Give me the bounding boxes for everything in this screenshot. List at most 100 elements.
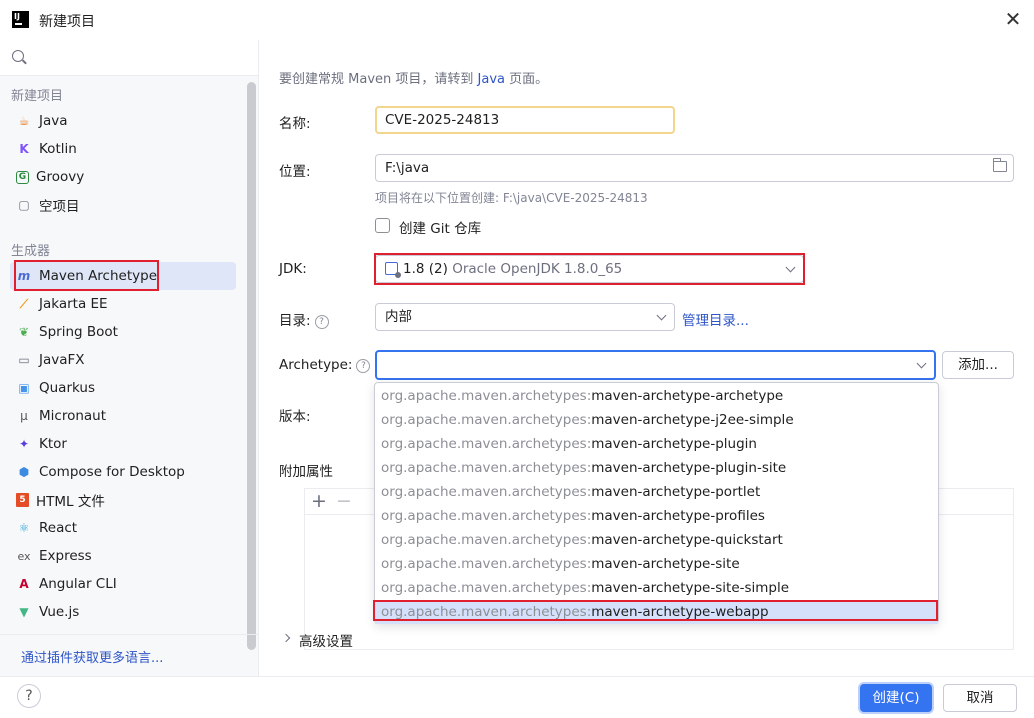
cancel-button[interactable]: 取消 [943, 684, 1017, 712]
sidebar-item-spring-boot[interactable]: ❦ Spring Boot [10, 318, 236, 346]
sidebar-item-label: Express [39, 548, 92, 564]
close-icon[interactable]: ✕ [1002, 8, 1024, 30]
jdk-folder-icon [385, 262, 401, 278]
sidebar-item-compose-desktop[interactable]: ⬢ Compose for Desktop [10, 458, 236, 486]
option-group: org.apache.maven.archetypes: [381, 460, 592, 476]
groovy-icon: G [16, 170, 29, 184]
sidebar-item-label: Jakarta EE [39, 296, 108, 312]
compose-icon: ⬢ [18, 465, 30, 479]
sidebar-item-label: Angular CLI [39, 576, 117, 592]
hint-prefix: 要创建常规 Maven 项目，请转到 [279, 72, 474, 87]
chevron-down-icon [916, 358, 927, 369]
list-item[interactable]: org.apache.maven.archetypes:maven-archet… [375, 552, 938, 576]
sidebar: 新建项目 ☕ Java K Kotlin G Groovy ▢ 空项目 生成器 … [0, 40, 259, 676]
option-artifact: maven-archetype-plugin-site [591, 460, 787, 476]
section-generators: 生成器 [11, 244, 51, 259]
catalog-label-text: 目录: [279, 313, 311, 329]
remove-property-icon[interactable]: − [336, 490, 352, 512]
quarkus-icon: ▣ [18, 381, 30, 395]
sidebar-item-label: Ktor [39, 436, 67, 452]
sidebar-item-jakarta-ee[interactable]: ⟋ Jakarta EE [10, 290, 236, 318]
list-item[interactable]: org.apache.maven.archetypes:maven-archet… [375, 504, 938, 528]
sidebar-item-label: Kotlin [39, 141, 77, 157]
sidebar-item-java[interactable]: ☕ Java [10, 107, 236, 135]
advanced-settings-toggle[interactable]: 高级设置 [299, 630, 353, 650]
folder-icon[interactable] [993, 158, 1007, 172]
jdk-label: JDK: [279, 261, 307, 277]
add-property-icon[interactable]: + [311, 490, 327, 512]
list-item[interactable]: org.apache.maven.archetypes:maven-archet… [375, 456, 938, 480]
maven-icon: m [17, 269, 31, 283]
chevron-right-icon[interactable] [281, 633, 291, 643]
list-item[interactable]: org.apache.maven.archetypes:maven-archet… [375, 528, 938, 552]
sidebar-item-angular-cli[interactable]: A Angular CLI [10, 570, 236, 598]
option-group: org.apache.maven.archetypes: [381, 436, 592, 452]
list-item[interactable]: org.apache.maven.archetypes:maven-archet… [375, 576, 938, 600]
sidebar-item-maven-archetype[interactable]: m Maven Archetype [10, 262, 236, 290]
catalog-value: 内部 [385, 309, 412, 325]
sidebar-item-label: React [39, 520, 78, 536]
spring-icon: ❦ [18, 325, 30, 339]
sidebar-item-label: Vue.js [39, 604, 80, 620]
archetype-dropdown-list: org.apache.maven.archetypes:maven-archet… [374, 382, 939, 624]
sidebar-item-ktor[interactable]: ✦ Ktor [10, 430, 236, 458]
sidebar-item-label: Micronaut [39, 408, 107, 424]
jdk-name: Oracle OpenJDK 1.8.0_65 [452, 261, 623, 277]
list-item[interactable]: org.apache.maven.archetypes:maven-archet… [375, 432, 938, 456]
java-page-link[interactable]: Java [478, 72, 505, 87]
manage-catalogs-link[interactable]: 管理目录... [682, 309, 749, 329]
sidebar-item-javafx[interactable]: ▭ JavaFX [10, 346, 236, 374]
sidebar-scrollbar[interactable] [247, 82, 256, 650]
chevron-down-icon [785, 262, 796, 273]
sidebar-item-html-file[interactable]: 5 HTML 文件 [10, 486, 236, 514]
get-more-languages-link[interactable]: 通过插件获取更多语言... [21, 647, 163, 666]
search-input[interactable] [0, 40, 258, 76]
name-label: 名称: [279, 116, 311, 132]
sidebar-item-express[interactable]: ex Express [10, 542, 236, 570]
sidebar-item-groovy[interactable]: G Groovy [10, 163, 236, 191]
option-artifact: maven-archetype-portlet [591, 484, 761, 500]
option-group: org.apache.maven.archetypes: [381, 604, 592, 620]
sidebar-item-label: Spring Boot [39, 324, 118, 340]
sidebar-item-label: Compose for Desktop [39, 464, 185, 480]
location-input[interactable]: F:\java [375, 154, 1014, 182]
option-artifact: maven-archetype-j2ee-simple [591, 412, 794, 428]
archetype-combobox[interactable] [375, 350, 936, 380]
list-item-webapp[interactable]: org.apache.maven.archetypes:maven-archet… [375, 600, 938, 624]
sidebar-item-micronaut[interactable]: μ Micronaut [10, 402, 236, 430]
vue-icon: ▼ [19, 605, 29, 619]
add-archetype-button[interactable]: 添加... [942, 351, 1014, 379]
list-item[interactable]: org.apache.maven.archetypes:maven-archet… [375, 480, 938, 504]
section-new-project: 新建项目 [11, 89, 64, 104]
sidebar-item-vuejs[interactable]: ▼ Vue.js [10, 598, 236, 626]
create-git-checkbox[interactable] [375, 218, 390, 233]
sidebar-item-react[interactable]: ⚛ React [10, 514, 236, 542]
angular-icon: A [19, 577, 29, 591]
new-project-dialog: IJ 新建项目 ✕ 新建项目 ☕ Java K Kotlin G Groovy … [0, 0, 1034, 718]
option-artifact: maven-archetype-quickstart [591, 532, 783, 548]
sidebar-item-empty-project[interactable]: ▢ 空项目 [10, 191, 236, 219]
help-button[interactable]: ? [17, 684, 41, 708]
empty-project-icon: ▢ [18, 198, 30, 212]
catalog-select[interactable]: 内部 [375, 303, 675, 331]
window-title: 新建项目 [39, 14, 95, 30]
hint-suffix: 页面。 [509, 72, 549, 87]
option-artifact: maven-archetype-plugin [591, 436, 757, 452]
kotlin-icon: K [19, 142, 29, 156]
list-item[interactable]: org.apache.maven.archetypes:maven-archet… [375, 408, 938, 432]
location-value: F:\java [385, 160, 430, 176]
create-button[interactable]: 创建(C) [860, 684, 932, 712]
list-item[interactable]: org.apache.maven.archetypes:maven-archet… [375, 384, 938, 408]
option-artifact: maven-archetype-site [591, 556, 740, 572]
html-icon: 5 [16, 493, 29, 507]
name-input[interactable]: CVE-2025-24813 [375, 106, 675, 134]
option-group: org.apache.maven.archetypes: [381, 556, 592, 572]
sidebar-item-kotlin[interactable]: K Kotlin [10, 135, 236, 163]
sidebar-item-label: HTML 文件 [36, 494, 105, 510]
jdk-select[interactable]: 1.8 (2) Oracle OpenJDK 1.8.0_65 [375, 255, 804, 283]
react-icon: ⚛ [18, 521, 30, 535]
help-icon[interactable]: ? [356, 359, 371, 373]
sidebar-item-quarkus[interactable]: ▣ Quarkus [10, 374, 236, 402]
help-icon[interactable]: ? [314, 315, 329, 329]
option-artifact: maven-archetype-profiles [591, 508, 765, 524]
